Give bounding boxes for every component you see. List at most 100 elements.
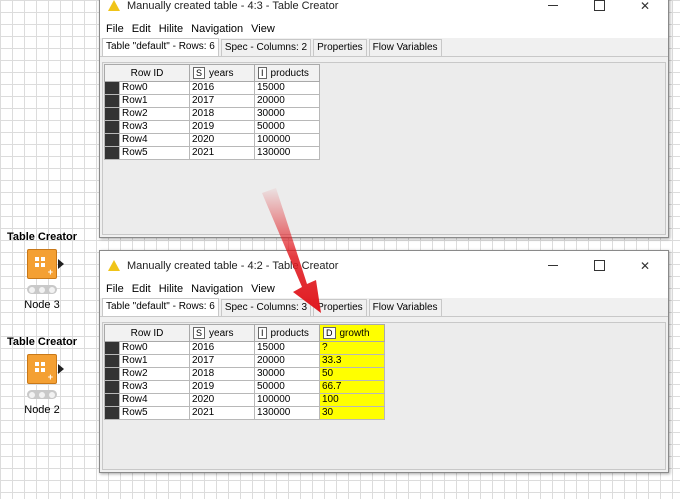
growth-cell: ?	[319, 341, 385, 355]
column-name: years	[209, 328, 234, 339]
minimize-button[interactable]	[530, 0, 576, 20]
cell: 2018	[189, 367, 255, 381]
node-label[interactable]: Node 2	[0, 404, 84, 416]
table-row[interactable]: Row0 2016 15000?	[104, 341, 385, 355]
menu-navigation[interactable]: Navigation	[191, 283, 243, 295]
output-port-icon[interactable]	[58, 259, 64, 269]
string-type-icon: S	[193, 67, 206, 79]
table-creator-node-3[interactable]: Table Creator + Node 3	[0, 231, 84, 311]
row-id-cell: Row5	[119, 406, 190, 420]
table-panel[interactable]: Row ID Syears Iproducts Dgrowth Row0 2016…	[102, 322, 666, 470]
table-row[interactable]: Row0 2016 15000	[104, 81, 320, 95]
window-title: Manually created table - 4:2 - Table Cre…	[127, 259, 339, 272]
window-titlebar[interactable]: Manually created table - 4:3 - Table Cre…	[100, 0, 668, 20]
column-name: growth	[339, 328, 370, 339]
table-creator-icon[interactable]: +	[27, 354, 64, 384]
menu-edit[interactable]: Edit	[132, 283, 151, 295]
node-title: Table Creator	[6, 231, 78, 243]
column-header-years[interactable]: Syears	[189, 324, 255, 342]
cell: 2019	[189, 380, 255, 394]
row-id-cell: Row3	[119, 120, 190, 134]
tab-spec[interactable]: Spec - Columns: 2	[220, 39, 312, 56]
menu-navigation[interactable]: Navigation	[191, 23, 243, 35]
table-creator-icon[interactable]: +	[27, 249, 64, 279]
output-port-icon[interactable]	[58, 364, 64, 374]
integer-type-icon: I	[258, 67, 267, 79]
tab-flow-variables[interactable]: Flow Variables	[368, 299, 442, 316]
maximize-button[interactable]	[576, 251, 622, 280]
menu-file[interactable]: File	[106, 23, 124, 35]
window-title: Manually created table - 4:3 - Table Cre…	[127, 0, 339, 12]
table-row[interactable]: Row1 2017 20000 33.3	[104, 354, 385, 368]
row-id-cell: Row1	[119, 354, 190, 368]
column-header-growth[interactable]: Dgrowth	[319, 324, 385, 342]
cell: 2021	[189, 146, 255, 160]
cell: 2016	[189, 81, 255, 95]
row-id-cell: Row2	[119, 107, 190, 121]
tab-table[interactable]: Table "default" - Rows: 6	[102, 298, 219, 316]
table-row[interactable]: Row3 2019 50000 66.7	[104, 380, 385, 394]
table-view-window-top[interactable]: Manually created table - 4:3 - Table Cre…	[99, 0, 669, 238]
close-button[interactable]: ✕	[622, 0, 668, 20]
column-header-years[interactable]: Syears	[189, 64, 255, 82]
cell: 50000	[254, 120, 320, 134]
column-name: products	[270, 328, 309, 339]
menu-hilite[interactable]: Hilite	[159, 23, 183, 35]
table-row[interactable]: Row3 2019 50000	[104, 120, 320, 134]
menu-hilite[interactable]: Hilite	[159, 283, 183, 295]
string-type-icon: S	[193, 327, 206, 339]
tab-properties[interactable]: Properties	[313, 299, 367, 316]
growth-cell: 66.7	[319, 380, 385, 394]
menu-bar: File Edit Hilite Navigation View	[100, 20, 668, 38]
cell: 15000	[254, 81, 320, 95]
table-row[interactable]: Row1 2017 20000	[104, 94, 320, 108]
table-row[interactable]: Row4 2020 100000 100	[104, 393, 385, 407]
close-button[interactable]: ✕	[622, 251, 668, 280]
menu-view[interactable]: View	[251, 283, 275, 295]
column-header-products[interactable]: Iproducts	[254, 64, 320, 82]
cell: 30000	[254, 367, 320, 381]
growth-cell: 100	[319, 393, 385, 407]
table-row[interactable]: Row5 2021 130000	[104, 146, 320, 160]
cell: 50000	[254, 380, 320, 394]
row-id-header[interactable]: Row ID	[104, 324, 190, 342]
cell: 30000	[254, 107, 320, 121]
growth-cell: 30	[319, 406, 385, 420]
growth-cell: 33.3	[319, 354, 385, 368]
tab-table[interactable]: Table "default" - Rows: 6	[102, 38, 219, 56]
cell: 2020	[189, 133, 255, 147]
tab-properties[interactable]: Properties	[313, 39, 367, 56]
menu-edit[interactable]: Edit	[132, 23, 151, 35]
node-label[interactable]: Node 3	[0, 299, 84, 311]
table-view-window-bottom[interactable]: Manually created table - 4:2 - Table Cre…	[99, 250, 669, 473]
warning-triangle-icon	[108, 260, 120, 271]
row-id-cell: Row1	[119, 94, 190, 108]
table-row[interactable]: Row2 2018 30000	[104, 107, 320, 121]
row-id-cell: Row4	[119, 133, 190, 147]
cell: 2021	[189, 406, 255, 420]
cell: 15000	[254, 341, 320, 355]
cell: 100000	[254, 133, 320, 147]
tab-spec[interactable]: Spec - Columns: 3	[220, 299, 312, 316]
cell: 130000	[254, 406, 320, 420]
warning-triangle-icon	[108, 0, 120, 11]
table-panel[interactable]: Row ID Syears Iproducts Row0 2016 15000 Ro…	[102, 62, 666, 235]
window-titlebar[interactable]: Manually created table - 4:2 - Table Cre…	[100, 251, 668, 280]
menu-file[interactable]: File	[106, 283, 124, 295]
double-type-icon: D	[323, 327, 336, 339]
column-name: products	[270, 68, 309, 79]
table-row[interactable]: Row4 2020 100000	[104, 133, 320, 147]
row-id-cell: Row2	[119, 367, 190, 381]
table-creator-node-2[interactable]: Table Creator + Node 2	[0, 336, 84, 416]
minimize-button[interactable]	[530, 251, 576, 280]
row-id-header[interactable]: Row ID	[104, 64, 190, 82]
menu-view[interactable]: View	[251, 23, 275, 35]
table-row[interactable]: Row5 2021 130000 30	[104, 406, 385, 420]
maximize-button[interactable]	[576, 0, 622, 20]
tab-flow-variables[interactable]: Flow Variables	[368, 39, 442, 56]
menu-bar: File Edit Hilite Navigation View	[100, 280, 668, 298]
column-header-products[interactable]: Iproducts	[254, 324, 320, 342]
integer-type-icon: I	[258, 327, 267, 339]
table-row[interactable]: Row2 2018 30000 50	[104, 367, 385, 381]
row-id-cell: Row3	[119, 380, 190, 394]
